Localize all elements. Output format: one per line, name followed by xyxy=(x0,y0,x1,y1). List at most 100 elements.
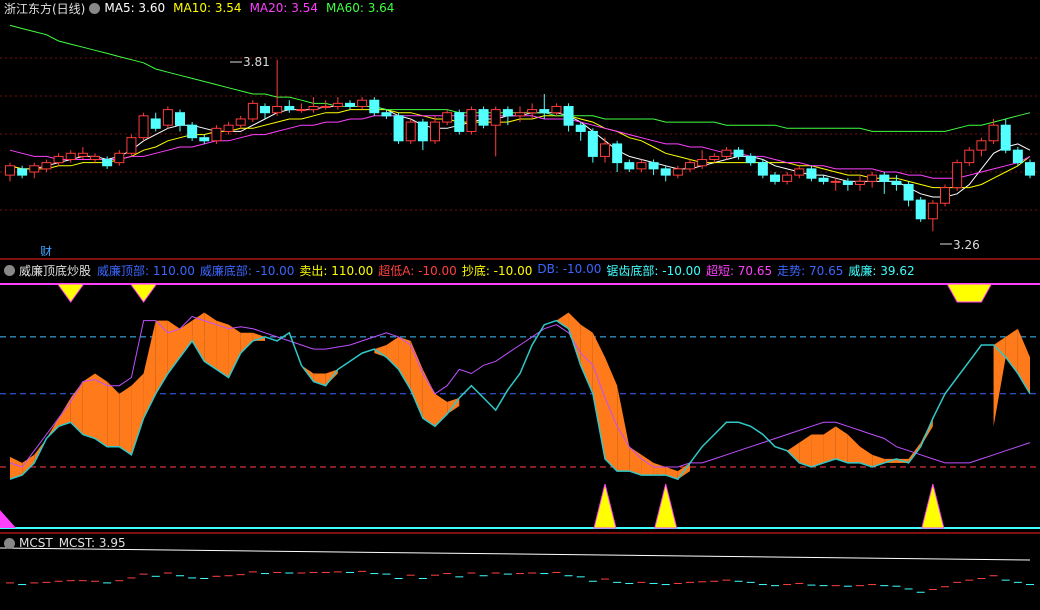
candle xyxy=(612,140,623,172)
candle xyxy=(636,159,647,172)
left-marker xyxy=(0,510,16,528)
candlesticks xyxy=(5,59,1035,232)
candle xyxy=(903,181,914,207)
orange-band xyxy=(10,312,1030,480)
candle xyxy=(308,97,319,113)
candle xyxy=(818,175,829,185)
ma5-label: MA5: 3.60 xyxy=(104,1,166,15)
mcst-header: MCST MCST: 3.95 xyxy=(0,535,126,551)
candle xyxy=(150,112,161,132)
oscillator-value-label: 超低A: -10.00 xyxy=(378,263,457,278)
oscillator-panel[interactable] xyxy=(0,260,1040,532)
candle xyxy=(357,97,368,110)
oscillator-value-label: 抄底: -10.00 xyxy=(461,263,533,278)
oscillator-value-label: 威廉底部: -10.00 xyxy=(199,263,295,278)
oscillator-value-label: DB: -10.00 xyxy=(537,261,602,276)
oscillator-value-label: 走势: 70.65 xyxy=(777,263,844,278)
buy-signal xyxy=(921,483,945,529)
ma60-label: MA60: 3.64 xyxy=(326,1,395,15)
candle xyxy=(976,137,987,157)
candle xyxy=(187,122,198,141)
indicator-menu-icon[interactable] xyxy=(4,264,15,276)
oscillator-header: 威廉顶底炒股 威廉顶部: 110.00 威廉底部: -10.00 卖出: 110.0… xyxy=(0,262,915,278)
candle xyxy=(332,97,343,110)
candle xyxy=(5,162,15,182)
ma10-label: MA10: 3.54 xyxy=(173,1,242,15)
oscillator-value-label: 威廉: 39.62 xyxy=(848,263,915,278)
candle xyxy=(175,109,185,132)
candle xyxy=(296,103,307,113)
mcst-ticks xyxy=(6,570,1034,593)
ma20-label: MA20: 3.54 xyxy=(249,1,318,15)
stock-title: 浙江东方(日线) xyxy=(4,1,86,16)
svg-text:3.81: 3.81 xyxy=(243,55,270,69)
candle xyxy=(478,106,489,129)
candle xyxy=(417,118,428,151)
candle xyxy=(806,165,817,182)
candle xyxy=(199,134,210,144)
candle xyxy=(940,184,950,207)
cai-marker: 财 xyxy=(40,245,52,256)
candle xyxy=(794,165,805,179)
oscillator-value-label: 锯齿底部: -10.00 xyxy=(606,263,701,278)
candle xyxy=(915,196,926,222)
candle xyxy=(272,59,283,116)
candle xyxy=(320,100,331,110)
candle xyxy=(138,112,149,141)
oscillator-title: 威廉顶底炒股 xyxy=(19,263,92,278)
candle xyxy=(563,103,574,132)
sell-signal xyxy=(56,283,85,303)
candle xyxy=(1000,118,1011,154)
candle xyxy=(41,159,52,172)
candle xyxy=(587,128,598,163)
candle xyxy=(393,112,404,144)
candle xyxy=(211,125,222,144)
buy-signal xyxy=(654,483,678,529)
candle xyxy=(867,172,878,188)
buy-signal xyxy=(593,483,617,529)
candle xyxy=(345,100,355,110)
candle xyxy=(405,118,416,144)
candle xyxy=(927,200,938,232)
candle xyxy=(891,175,902,191)
candle xyxy=(260,103,270,119)
high-marker: 3.81 xyxy=(230,55,270,69)
sell-signal xyxy=(946,283,993,303)
candle xyxy=(770,172,780,185)
candle xyxy=(575,122,586,141)
svg-text:3.26: 3.26 xyxy=(953,238,980,252)
candle xyxy=(624,159,635,172)
mcst-value: MCST: 3.95 xyxy=(58,536,126,550)
candle xyxy=(721,147,732,160)
indicator-menu-icon[interactable] xyxy=(4,537,15,549)
candle xyxy=(235,115,246,129)
candle xyxy=(855,175,865,191)
price-panel[interactable]: 3.81 3.26 财 xyxy=(0,0,1040,256)
candle xyxy=(90,153,100,163)
candle xyxy=(830,178,841,191)
mcst-line xyxy=(0,547,1031,561)
indicator-menu-icon[interactable] xyxy=(89,2,101,14)
candle xyxy=(1025,159,1035,179)
candle xyxy=(952,159,963,191)
main-header: 浙江东方(日线) MA5: 3.60 MA10: 3.54 MA20: 3.54… xyxy=(0,0,394,16)
candle xyxy=(660,165,671,182)
candle xyxy=(114,150,125,166)
candle xyxy=(223,122,234,135)
mcst-panel[interactable] xyxy=(0,534,1040,610)
oscillator-value-label: 威廉顶部: 110.00 xyxy=(97,263,195,278)
candle xyxy=(782,172,793,185)
candle xyxy=(162,106,173,129)
candle xyxy=(697,150,708,169)
candle xyxy=(369,97,380,116)
candle xyxy=(442,109,453,126)
candle xyxy=(29,162,40,179)
candle xyxy=(454,109,465,135)
low-marker: 3.26 xyxy=(940,238,980,252)
candle xyxy=(430,115,440,144)
candle xyxy=(1012,147,1023,166)
candle xyxy=(539,94,550,119)
oscillator-value-label: 卖出: 110.00 xyxy=(299,263,374,278)
candle xyxy=(490,106,501,157)
candle xyxy=(709,153,720,163)
